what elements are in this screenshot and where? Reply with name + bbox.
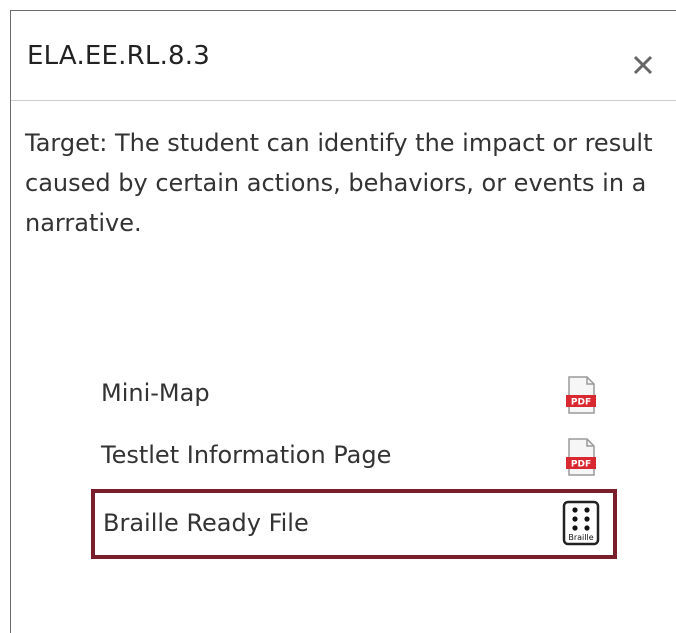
braille-icon-text: Braille [568, 533, 593, 542]
panel-header: ELA.EE.RL.8.3 [11, 11, 676, 101]
resource-link-mini-map[interactable]: Mini-Map [101, 379, 210, 407]
resource-item-mini-map[interactable]: Mini-Map PDF [91, 367, 617, 423]
pdf-icon[interactable]: PDF [563, 437, 599, 477]
resource-link-testlet-information[interactable]: Testlet Information Page [101, 441, 391, 469]
panel-title: ELA.EE.RL.8.3 [27, 41, 210, 71]
standard-info-panel: ELA.EE.RL.8.3 Target: The student can id… [10, 10, 676, 633]
pdf-icon-text: PDF [571, 398, 591, 408]
target-description: Target: The student can identify the imp… [25, 129, 653, 237]
pdf-icon[interactable]: PDF [563, 375, 599, 415]
pdf-icon-text: PDF [571, 460, 591, 470]
resource-link-braille-ready-file[interactable]: Braille Ready File [103, 509, 309, 537]
resource-item-testlet-information[interactable]: Testlet Information Page PDF [91, 429, 617, 485]
resource-item-braille-ready-file[interactable]: Braille Ready File Braille [91, 489, 617, 559]
close-icon[interactable] [627, 49, 659, 81]
braille-icon[interactable]: Braille [561, 500, 601, 546]
